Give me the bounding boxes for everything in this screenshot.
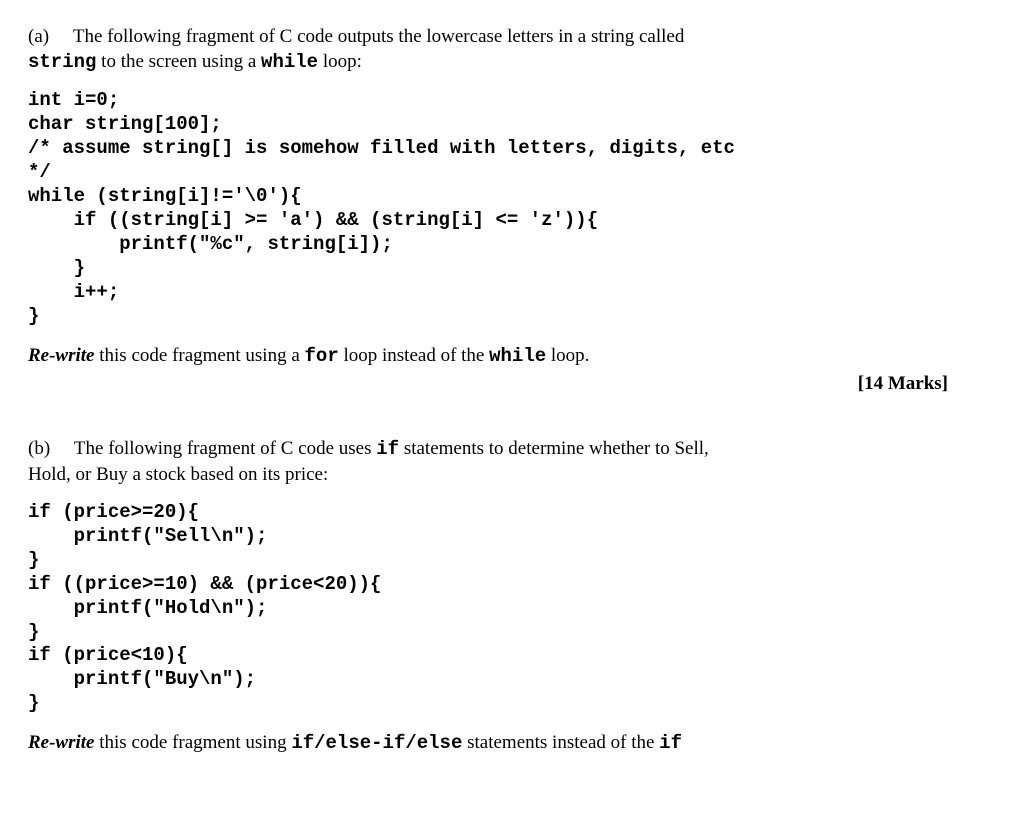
part-b-intro-text1: The following fragment of C code uses <box>74 438 376 459</box>
inline-code-ifelse: if/else-if/else <box>291 732 462 754</box>
rewrite-text-b1: this code fragment using <box>95 732 292 753</box>
rewrite-prefix: Re-write <box>28 345 95 366</box>
question-part-b: (b) The following fragment of C code use… <box>28 436 996 757</box>
inline-code-for: for <box>305 345 339 367</box>
inline-code-if: if <box>376 438 399 460</box>
rewrite-text1: this code fragment using a <box>95 345 305 366</box>
part-b-label: (b) <box>28 438 50 459</box>
inline-code-string: string <box>28 51 96 73</box>
part-a-marks: [14 Marks] <box>28 371 996 396</box>
rewrite-text2: loop instead of the <box>339 345 489 366</box>
question-part-a: (a) The following fragment of C code out… <box>28 24 996 396</box>
code-block-a: int i=0; char string[100]; /* assume str… <box>28 89 996 328</box>
code-block-b: if (price>=20){ printf("Sell\n"); } if (… <box>28 501 996 716</box>
part-a-intro-line2: string to the screen using a while loop: <box>28 49 996 75</box>
part-a-intro-text3: loop: <box>318 51 362 72</box>
part-b-intro-line1: (b) The following fragment of C code use… <box>28 436 996 462</box>
inline-code-while: while <box>261 51 318 73</box>
part-a-intro-text1: The following fragment of C code outputs… <box>73 26 685 47</box>
part-b-rewrite: Re-write this code fragment using if/els… <box>28 730 996 756</box>
part-a-intro-text2: to the screen using a <box>96 51 261 72</box>
rewrite-text3: loop. <box>546 345 589 366</box>
inline-code-if2: if <box>659 732 682 754</box>
rewrite-prefix-b: Re-write <box>28 732 95 753</box>
part-a-label: (a) <box>28 26 49 47</box>
part-b-intro-line2: Hold, or Buy a stock based on its price: <box>28 462 996 487</box>
rewrite-text-b2: statements instead of the <box>462 732 659 753</box>
inline-code-while2: while <box>489 345 546 367</box>
part-b-intro-text2: statements to determine whether to Sell, <box>399 438 709 459</box>
part-a-rewrite: Re-write this code fragment using a for … <box>28 343 996 369</box>
part-a-intro-line1: (a) The following fragment of C code out… <box>28 24 996 49</box>
